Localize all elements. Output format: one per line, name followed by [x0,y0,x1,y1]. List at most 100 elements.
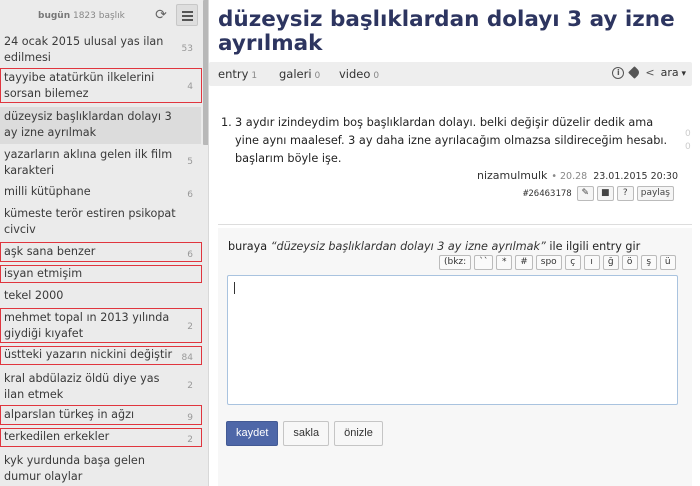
main-content: düzeysiz başlıklardan dolayı 3 ay izne a… [209,0,700,486]
topic-title: terkedilen erkekler [4,430,110,443]
topic-count: 6 [187,190,193,200]
vote-down-count: 0 [685,142,691,152]
topic-count: 4 [187,82,193,92]
entry-number: 1. [221,116,232,129]
search-dropdown[interactable]: ara [661,66,686,79]
format-button-bkz[interactable]: (bkz: [439,255,472,270]
prompt-prefix: buraya [228,240,268,253]
entry-date[interactable]: 23.01.2015 20:30 [593,171,678,182]
topic-count: 2 [187,435,193,445]
topic-title: mehmet topal ın 2013 yılında giydiği kıy… [4,311,170,340]
topic-item-selected[interactable]: düzeysiz başlıklardan dolayı 3 ay izne a… [0,107,201,144]
topic-count: 9 [187,413,193,423]
info-icon[interactable]: i [612,66,625,79]
char-button[interactable]: ğ [602,255,619,270]
topic-item[interactable]: üstteki yazarın nickini değiştir 84 [0,346,202,365]
topic-count: 6 [187,250,193,260]
page-title[interactable]: düzeysiz başlıklardan dolayı 3 ay izne a… [218,8,688,56]
format-button-backticks[interactable]: `` [474,255,494,270]
topic-item[interactable]: tekel 2000 [0,288,201,304]
tab-count: 0 [314,71,321,81]
entry-item: 1. 3 aydır izindeydim boş başlıklardan d… [221,114,677,168]
topic-title: tayyibe atatürkün ilkelerini sorsan bile… [4,71,155,100]
topic-tools: i < ara [612,66,686,79]
author-link[interactable]: nizamulmulk [477,169,547,182]
prompt-suffix: ile ilgili entry gir [549,240,641,253]
format-button-spoiler[interactable]: spo [535,255,562,270]
share-button[interactable]: paylaş [636,186,674,201]
tab-count: 1 [251,71,258,81]
tab-label: video [339,67,371,81]
format-button-asterisk[interactable]: * [496,255,513,270]
topic-item[interactable]: yazarların aklına gelen ilk film karakte… [0,147,201,179]
topic-item[interactable]: isyan etmişim [0,265,202,283]
topic-item[interactable]: aşk sana benzer 6 [0,242,202,262]
topic-item[interactable]: terkedilen erkekler 2 [0,428,202,447]
topic-tabs: entry 1 galeri 0 video 0 i < ara [209,62,692,86]
char-button[interactable]: ş [640,255,657,270]
topic-title: alparslan türkeş in ağzı [4,408,135,421]
entry-editor: buraya “düzeysiz başlıklardan dolayı 3 a… [218,228,692,486]
share-icon[interactable]: < [645,66,654,79]
format-button-hash[interactable]: # [515,255,533,270]
save-button[interactable]: kaydet [226,421,279,446]
prompt-quote: “düzeysiz başlıklardan dolayı 3 ay izne … [270,240,546,253]
entry-time: • 20.28 [551,171,588,182]
char-button[interactable]: ı [583,255,600,270]
trash-icon[interactable]: ■ [596,186,614,201]
topic-title: yazarların aklına gelen ilk film karakte… [4,148,173,177]
sidebar-header: bugün 1823 başlık ⟳ [0,0,208,30]
entry-id[interactable]: #26463178 [523,189,572,199]
entry-footer: #26463178 ✎ ■ ? paylaş [523,186,674,201]
summary-unit: başlık [98,11,125,21]
topic-title: kyk yurdunda başa gelen dumur olaylar [4,454,145,483]
entry-author-line: nizamulmulk • 20.28 23.01.2015 20:30 [477,169,678,182]
entry-text: 3 aydır izindeydim boş başlıklardan dola… [235,116,668,165]
divider [218,224,692,225]
topic-item[interactable]: kyk yurdunda başa gelen dumur olaylar [0,453,201,485]
topic-count: 2 [187,381,193,391]
summary-count: 1823 [72,11,96,21]
tag-icon[interactable] [628,66,642,79]
topic-title: üstteki yazarın nickini değiştir [4,348,173,361]
topic-item[interactable]: milli kütüphane 6 [0,184,201,200]
edit-icon[interactable]: ✎ [576,186,594,201]
today-summary[interactable]: bugün 1823 başlık [38,11,125,21]
topic-title: düzeysiz başlıklardan dolayı 3 ay izne a… [4,110,172,139]
entry-time-value: 20.28 [560,171,588,182]
topic-item[interactable]: alparslan türkeş in ağzı 9 [0,405,202,425]
tab-gallery[interactable]: galeri 0 [279,67,320,81]
entry-textarea[interactable] [227,275,678,405]
topic-count: 5 [187,157,193,167]
char-button[interactable]: ç [564,255,581,270]
tab-count: 0 [373,71,380,81]
summary-label: bugün [38,11,71,21]
topic-title: aşk sana benzer [4,245,96,258]
text-caret [234,282,235,294]
topic-item[interactable]: tayyibe atatürkün ilkelerini sorsan bile… [0,68,202,103]
vote-up-count: 0 [685,129,691,139]
topic-item[interactable]: mehmet topal ın 2013 yılında giydiği kıy… [0,308,202,343]
tab-label: galeri [279,67,312,81]
topic-item[interactable]: 24 ocak 2015 ulusal yas ilan edilmesi 53 [0,34,201,66]
tab-entry[interactable]: entry 1 [218,67,257,81]
hide-button[interactable]: sakla [283,421,330,446]
list-icon[interactable] [176,4,198,26]
sidebar: bugün 1823 başlık ⟳ 24 ocak 2015 ulusal … [0,0,209,486]
help-button[interactable]: ? [616,186,634,201]
tab-video[interactable]: video 0 [339,67,379,81]
topic-item[interactable]: kral abdülaziz öldü diye yas ilan etmek 2 [0,371,201,403]
topic-title: milli kütüphane [4,185,91,198]
entry-votes: 0 0 [685,128,691,154]
char-button[interactable]: ü [659,255,676,270]
topic-item[interactable]: kümeste terör estiren psikopat civciv [0,206,201,238]
char-button[interactable]: ö [621,255,638,270]
topic-title: kümeste terör estiren psikopat civciv [4,207,176,236]
topic-count: 53 [181,44,193,54]
topic-title: isyan etmişim [4,267,83,280]
topic-count: 2 [187,322,193,332]
topic-title: tekel 2000 [4,289,64,302]
refresh-icon[interactable]: ⟳ [154,8,168,22]
preview-button[interactable]: önizle [334,421,383,446]
topic-title: kral abdülaziz öldü diye yas ilan etmek [4,372,160,401]
